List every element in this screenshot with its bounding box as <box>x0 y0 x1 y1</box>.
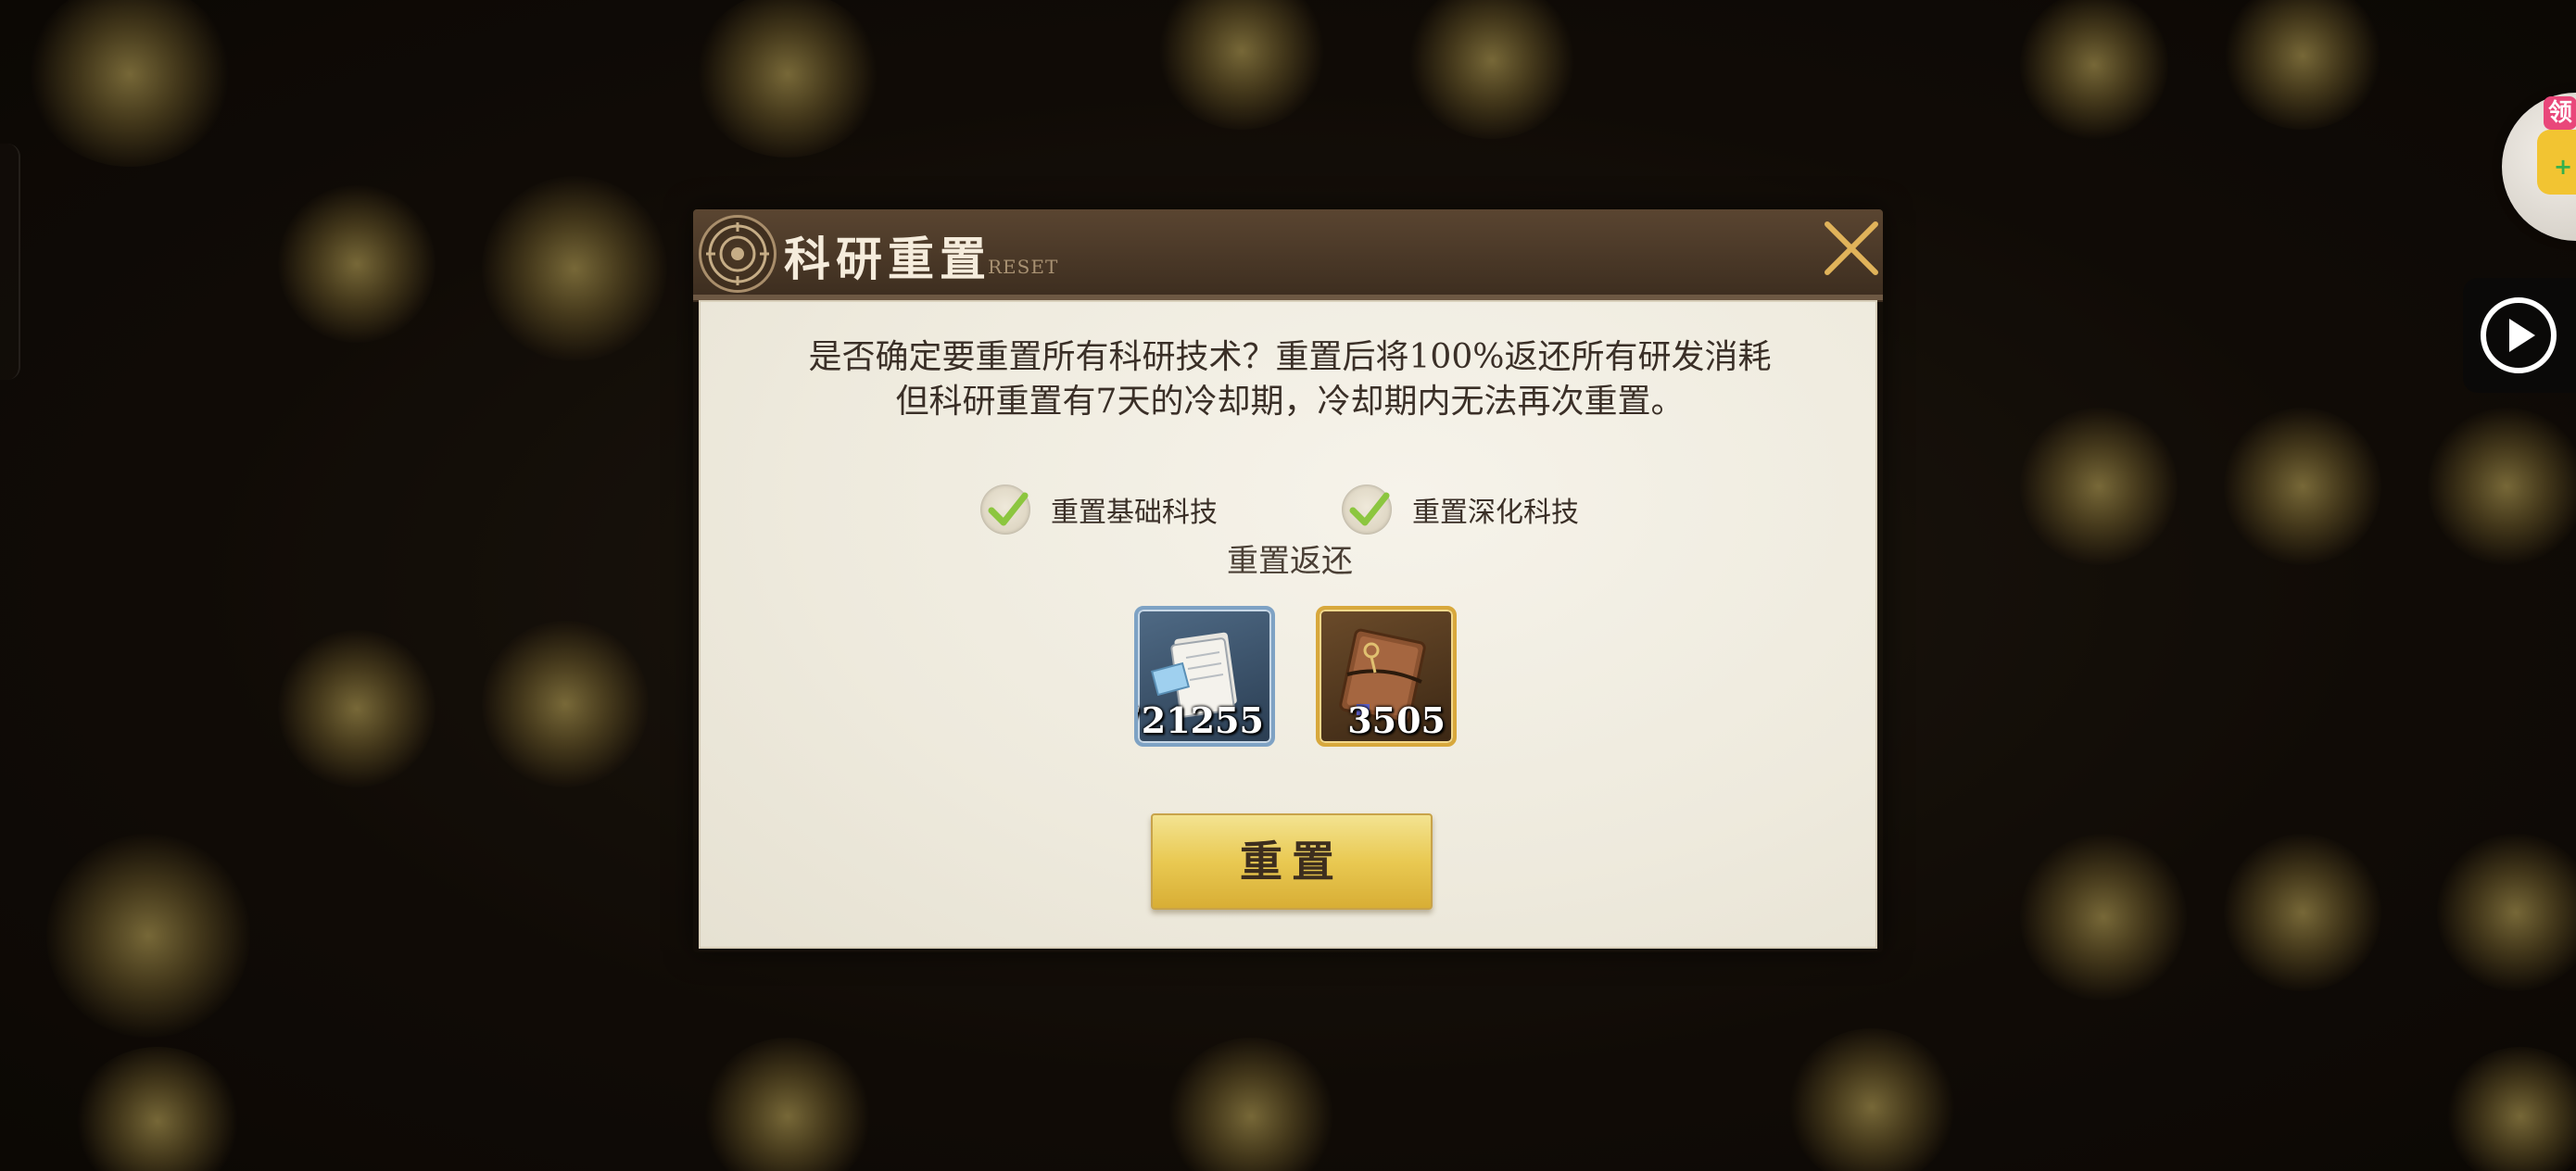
option-advanced-tech[interactable]: 重置深化科技 <box>1342 482 1579 537</box>
dialog-header: 科研重置 RESET <box>693 209 1883 302</box>
reset-dialog: 科研重置 RESET 是否确定要重置所有科研技术？重置后将100%返还所有研发消… <box>693 209 1883 952</box>
item-count: 721255 <box>1138 699 1264 741</box>
reward-item-book[interactable]: 3505 <box>1316 606 1457 747</box>
item-count: 3505 <box>1347 699 1446 741</box>
option-label: 重置基础科技 <box>1051 497 1218 529</box>
check-icon <box>1349 492 1390 526</box>
check-icon <box>988 492 1029 526</box>
gift-icon[interactable]: + <box>2537 130 2576 195</box>
research-emblem-icon <box>699 215 777 293</box>
option-basic-tech[interactable]: 重置基础科技 <box>980 482 1218 537</box>
checkbox-advanced-tech[interactable] <box>1342 485 1392 535</box>
close-button[interactable] <box>1814 211 1888 285</box>
left-edge-handle[interactable] <box>0 144 20 380</box>
reset-button[interactable]: 重置 <box>1151 813 1433 910</box>
claim-badge[interactable]: 领 <box>2544 96 2576 130</box>
dialog-subtitle: RESET <box>988 256 1059 278</box>
play-icon <box>2481 297 2557 373</box>
confirm-message: 是否确定要重置所有科研技术？重置后将100%返还所有研发消耗 但科研重置有7天的… <box>701 335 1879 424</box>
reward-item-notebook[interactable]: 721255 <box>1134 606 1275 747</box>
message-line-2: 但科研重置有7天的冷却期，冷却期内无法再次重置。 <box>895 383 1685 421</box>
message-line-1: 是否确定要重置所有科研技术？重置后将100%返还所有研发消耗 <box>808 338 1772 376</box>
dialog-body: 是否确定要重置所有科研技术？重置后将100%返还所有研发消耗 但科研重置有7天的… <box>699 300 1877 949</box>
option-label: 重置深化科技 <box>1412 497 1579 529</box>
close-icon <box>1825 221 1878 275</box>
return-label: 重置返还 <box>1227 543 1353 580</box>
play-button[interactable] <box>2463 278 2576 393</box>
checkbox-basic-tech[interactable] <box>980 485 1030 535</box>
dialog-title: 科研重置 <box>784 232 991 286</box>
